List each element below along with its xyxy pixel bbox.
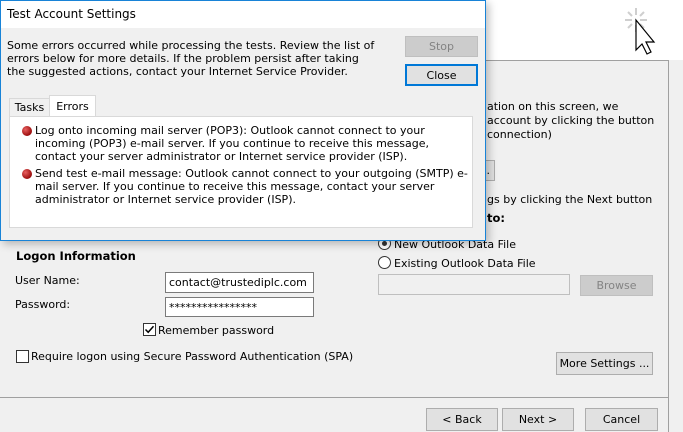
dialog-title: Test Account Settings xyxy=(7,7,136,21)
dialog-titlebar[interactable]: Test Account Settings xyxy=(1,1,485,28)
password-field[interactable]: **************** xyxy=(165,297,314,317)
wizard-footer-separator xyxy=(0,397,668,398)
user-name-field[interactable]: contact@trustediplc.com xyxy=(165,272,314,293)
wizard-partial-text-4: gs by clicking the Next button xyxy=(487,193,653,206)
dialog-message: Some errors occurred while processing th… xyxy=(7,39,375,78)
error-message-pop3: Log onto incoming mail server (POP3): Ou… xyxy=(35,124,430,163)
more-settings-button[interactable]: More Settings ... xyxy=(556,352,653,375)
tab-errors[interactable]: Errors xyxy=(49,95,96,116)
errors-list: Log onto incoming mail server (POP3): Ou… xyxy=(9,116,473,228)
test-account-settings-dialog: Test Account Settings Some errors occurr… xyxy=(0,0,486,241)
existing-outlook-data-file-label[interactable]: Existing Outlook Data File xyxy=(394,257,536,270)
back-button[interactable]: < Back xyxy=(426,408,498,431)
remember-password-label[interactable]: Remember password xyxy=(158,324,274,337)
wizard-partial-text-2: account by clicking the button xyxy=(487,114,655,127)
tab-tasks[interactable]: Tasks xyxy=(9,98,50,117)
next-button[interactable]: Next > xyxy=(502,408,574,431)
logon-section-title: Logon Information xyxy=(16,249,136,263)
remember-password-checkbox[interactable] xyxy=(143,323,156,336)
browse-button[interactable]: Browse xyxy=(580,275,653,296)
spa-checkbox[interactable] xyxy=(16,350,29,363)
spa-label[interactable]: Require logon using Secure Password Auth… xyxy=(31,350,353,363)
error-message-smtp: Send test e-mail message: Outlook cannot… xyxy=(35,167,468,206)
wizard-right-border xyxy=(668,60,669,432)
busy-cursor-icon xyxy=(622,6,658,56)
error-icon xyxy=(22,126,32,136)
wizard-header-separator xyxy=(486,60,668,61)
existing-data-file-path-field[interactable] xyxy=(378,274,570,295)
deliver-section-title-partial: to: xyxy=(487,211,505,225)
existing-outlook-data-file-radio[interactable] xyxy=(378,256,391,269)
close-button[interactable]: Close xyxy=(405,64,478,86)
stop-button[interactable]: Stop xyxy=(405,36,478,57)
cancel-button[interactable]: Cancel xyxy=(585,408,658,431)
user-name-label: User Name: xyxy=(15,274,80,287)
checkmark-icon xyxy=(144,325,155,334)
wizard-partial-text-3: connection) xyxy=(487,128,552,141)
error-icon xyxy=(22,169,32,179)
password-label: Password: xyxy=(15,298,71,311)
wizard-partial-text-1: ation on this screen, we xyxy=(487,100,619,113)
